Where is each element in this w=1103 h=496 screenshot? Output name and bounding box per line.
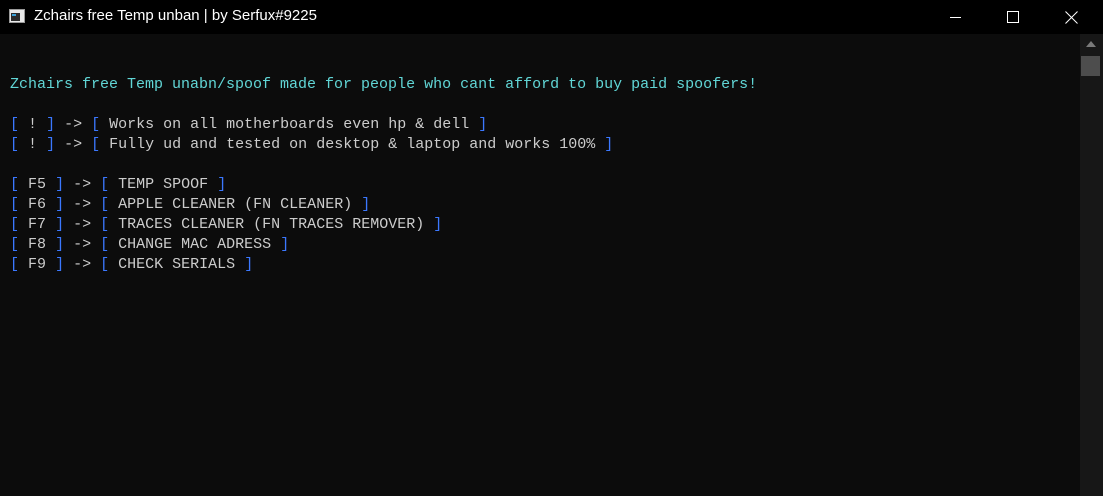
arrow: ->: [73, 256, 92, 273]
bracket-open: [: [10, 236, 20, 253]
bracket-close: ]: [244, 256, 254, 273]
option-line-f9: [ F9 ] -> [ CHECK SERIALS ]: [10, 255, 253, 275]
option-key: F5: [28, 176, 47, 193]
bracket-close: ]: [280, 236, 290, 253]
bracket-close: ]: [46, 136, 56, 153]
note-line: [ ! ] -> [ Fully ud and tested on deskto…: [10, 135, 613, 155]
maximize-icon: [1007, 11, 1019, 23]
option-text: TRACES CLEANER (FN TRACES REMOVER): [118, 216, 425, 233]
note-text: Fully ud and tested on desktop & laptop …: [109, 136, 596, 153]
console-window: Zchairs free Temp unban | by Serfux#9225…: [0, 0, 1103, 496]
scroll-thumb[interactable]: [1081, 56, 1100, 76]
close-button[interactable]: [1042, 0, 1100, 34]
bracket-open: [: [100, 256, 110, 273]
note-text: Works on all motherboards even hp & dell: [109, 116, 470, 133]
option-line-f8: [ F8 ] -> [ CHANGE MAC ADRESS ]: [10, 235, 289, 255]
maximize-button[interactable]: [984, 0, 1042, 34]
title-bar[interactable]: Zchairs free Temp unban | by Serfux#9225: [0, 0, 1103, 34]
minimize-icon: [949, 16, 961, 18]
option-line-f6: [ F6 ] -> [ APPLE CLEANER (FN CLEANER) ]: [10, 195, 370, 215]
note-key: !: [28, 116, 38, 133]
arrow: ->: [73, 216, 92, 233]
arrow: ->: [73, 176, 92, 193]
bracket-open: [: [100, 196, 110, 213]
note-key: !: [28, 136, 38, 153]
bracket-close: ]: [478, 116, 488, 133]
bracket-open: [: [91, 116, 101, 133]
note-line: [ ! ] -> [ Works on all motherboards eve…: [10, 115, 487, 135]
bracket-close: ]: [55, 236, 65, 253]
option-key: F7: [28, 216, 47, 233]
scroll-up-arrow-icon[interactable]: [1086, 41, 1096, 47]
option-text: CHANGE MAC ADRESS: [118, 236, 272, 253]
window-title: Zchairs free Temp unban | by Serfux#9225: [34, 7, 317, 24]
bracket-close: ]: [604, 136, 614, 153]
bracket-close: ]: [55, 176, 65, 193]
bracket-open: [: [10, 116, 20, 133]
bracket-close: ]: [46, 116, 56, 133]
bracket-close: ]: [433, 216, 443, 233]
bracket-open: [: [10, 136, 20, 153]
bracket-close: ]: [361, 196, 371, 213]
header-line: Zchairs free Temp unabn/spoof made for p…: [10, 76, 758, 93]
bracket-open: [: [10, 176, 20, 193]
bracket-open: [: [10, 196, 20, 213]
bracket-open: [: [100, 236, 110, 253]
bracket-close: ]: [55, 256, 65, 273]
minimize-button[interactable]: [926, 0, 984, 34]
bracket-open: [: [10, 216, 20, 233]
bracket-close: ]: [55, 196, 65, 213]
bracket-open: [: [100, 216, 110, 233]
close-icon: [1065, 11, 1078, 24]
option-key: F8: [28, 236, 47, 253]
bracket-close: ]: [55, 216, 65, 233]
arrow: ->: [64, 136, 83, 153]
option-line-f7: [ F7 ] -> [ TRACES CLEANER (FN TRACES RE…: [10, 215, 442, 235]
option-key: F6: [28, 196, 47, 213]
bracket-open: [: [100, 176, 110, 193]
option-line-f5: [ F5 ] -> [ TEMP SPOOF ]: [10, 175, 226, 195]
console-output[interactable]: Zchairs free Temp unabn/spoof made for p…: [0, 34, 1080, 496]
arrow: ->: [64, 116, 83, 133]
bracket-open: [: [10, 256, 20, 273]
option-key: F9: [28, 256, 47, 273]
option-text: APPLE CLEANER (FN CLEANER): [118, 196, 353, 213]
arrow: ->: [73, 196, 92, 213]
option-text: CHECK SERIALS: [118, 256, 236, 273]
bracket-close: ]: [217, 176, 227, 193]
arrow: ->: [73, 236, 92, 253]
option-text: TEMP SPOOF: [118, 176, 209, 193]
console-app-icon[interactable]: [9, 9, 25, 23]
bracket-open: [: [91, 136, 101, 153]
vertical-scrollbar[interactable]: [1080, 34, 1103, 496]
